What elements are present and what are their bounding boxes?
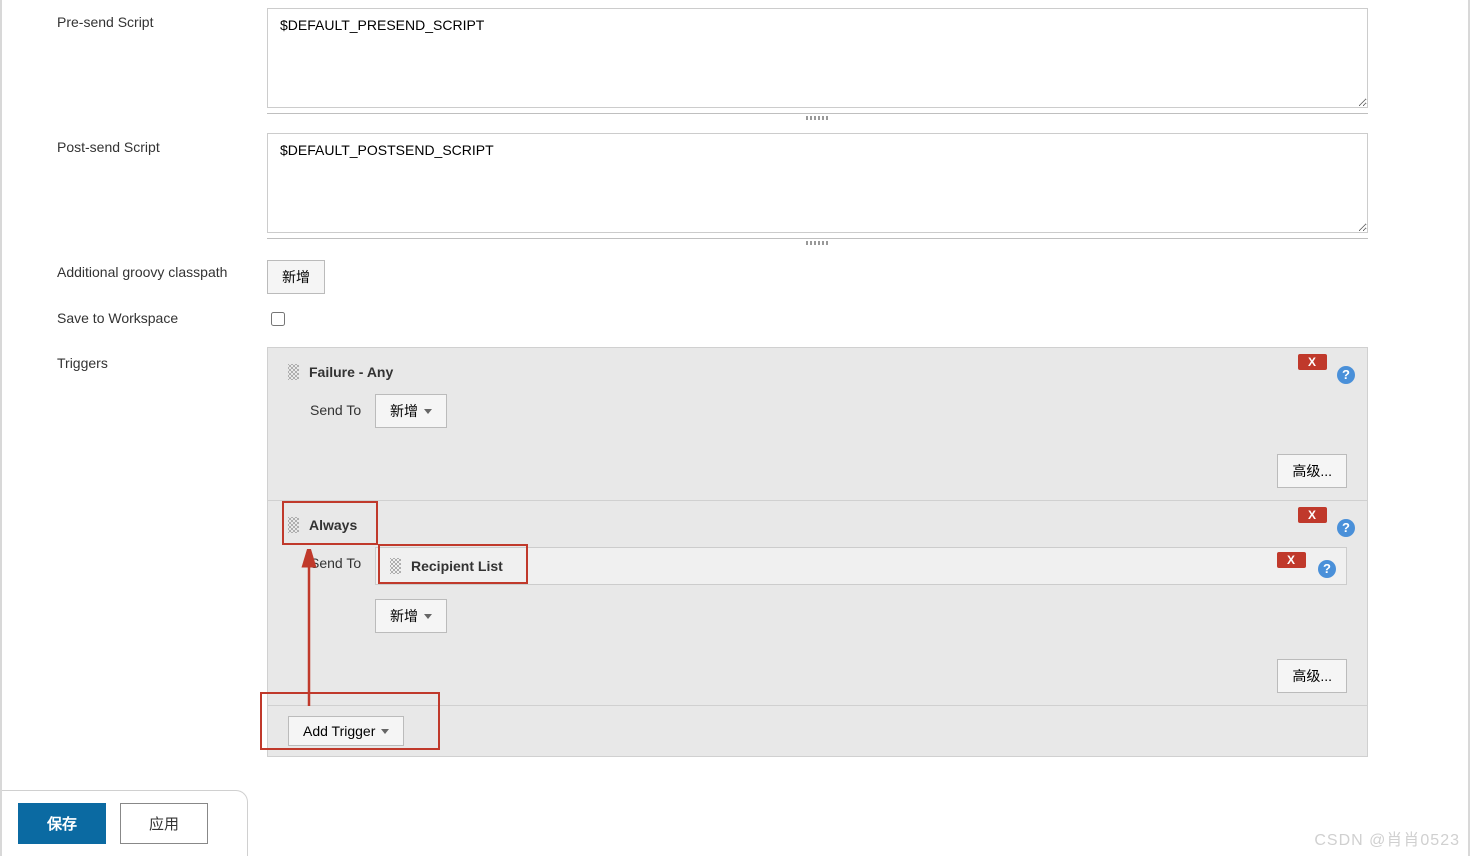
sendto-add-dropdown[interactable]: 新增 [375,394,447,428]
save-workspace-row: Save to Workspace ? [2,296,1468,331]
postsend-textarea[interactable]: $DEFAULT_POSTSEND_SCRIPT [267,133,1368,233]
postsend-label: Post-send Script [2,127,267,155]
trigger-title: Always [309,517,357,533]
classpath-add-button[interactable]: 新增 [267,260,325,294]
classpath-label: Additional groovy classpath [2,252,267,280]
add-trigger-button[interactable]: Add Trigger [288,716,404,746]
save-workspace-checkbox[interactable] [271,312,285,326]
caret-down-icon [424,614,432,619]
sendto-label: Send To [310,394,375,418]
resize-handle[interactable] [267,238,1368,248]
dropdown-label: 新增 [390,606,418,626]
dropdown-label: Add Trigger [303,723,375,739]
recipient-title: Recipient List [411,558,503,574]
trigger-header: Always [288,511,1347,539]
help-icon[interactable]: ? [1318,560,1336,578]
classpath-row: Additional groovy classpath 新增 ? [2,250,1468,296]
presend-label: Pre-send Script [2,2,267,30]
advanced-button[interactable]: 高级... [1277,454,1347,488]
trigger-header: Failure - Any [288,358,1347,386]
add-trigger-row: Add Trigger [268,706,1367,756]
triggers-label: Triggers [2,343,267,371]
delete-recipient-button[interactable]: X [1277,552,1306,568]
presend-textarea[interactable]: $DEFAULT_PRESEND_SCRIPT [267,8,1368,108]
save-button[interactable]: 保存 [18,803,106,844]
triggers-row: Triggers ? X ? Failure - Any Send To [2,341,1468,759]
trigger-failure-any: X ? Failure - Any Send To 新增 [268,348,1367,501]
trigger-title: Failure - Any [309,364,393,380]
dropdown-label: 新增 [390,401,418,421]
drag-handle-icon[interactable] [288,517,299,533]
recipient-add-dropdown[interactable]: 新增 [375,599,447,633]
save-workspace-label: Save to Workspace [2,298,267,326]
resize-handle[interactable] [267,113,1368,123]
caret-down-icon [381,729,389,734]
caret-down-icon [424,409,432,414]
drag-handle-icon[interactable] [390,558,401,574]
trigger-always: X ? Always Send To Reci [268,501,1367,706]
drag-handle-icon[interactable] [288,364,299,380]
triggers-container: X ? Failure - Any Send To 新增 [267,347,1368,757]
postsend-row: Post-send Script $DEFAULT_POSTSEND_SCRIP… [2,125,1468,250]
sendto-label: Send To [310,547,375,571]
config-page: Pre-send Script $DEFAULT_PRESEND_SCRIPT … [0,0,1470,856]
advanced-button[interactable]: 高级... [1277,659,1347,693]
presend-row: Pre-send Script $DEFAULT_PRESEND_SCRIPT … [2,0,1468,125]
watermark-text: CSDN @肖肖0523 [1314,826,1460,850]
bottom-action-bar: 保存 应用 [2,790,248,856]
delete-trigger-button[interactable]: X [1298,354,1327,370]
help-icon[interactable]: ? [1337,366,1355,384]
recipient-list-block: Recipient List X ? [375,547,1347,585]
apply-button[interactable]: 应用 [120,803,208,844]
